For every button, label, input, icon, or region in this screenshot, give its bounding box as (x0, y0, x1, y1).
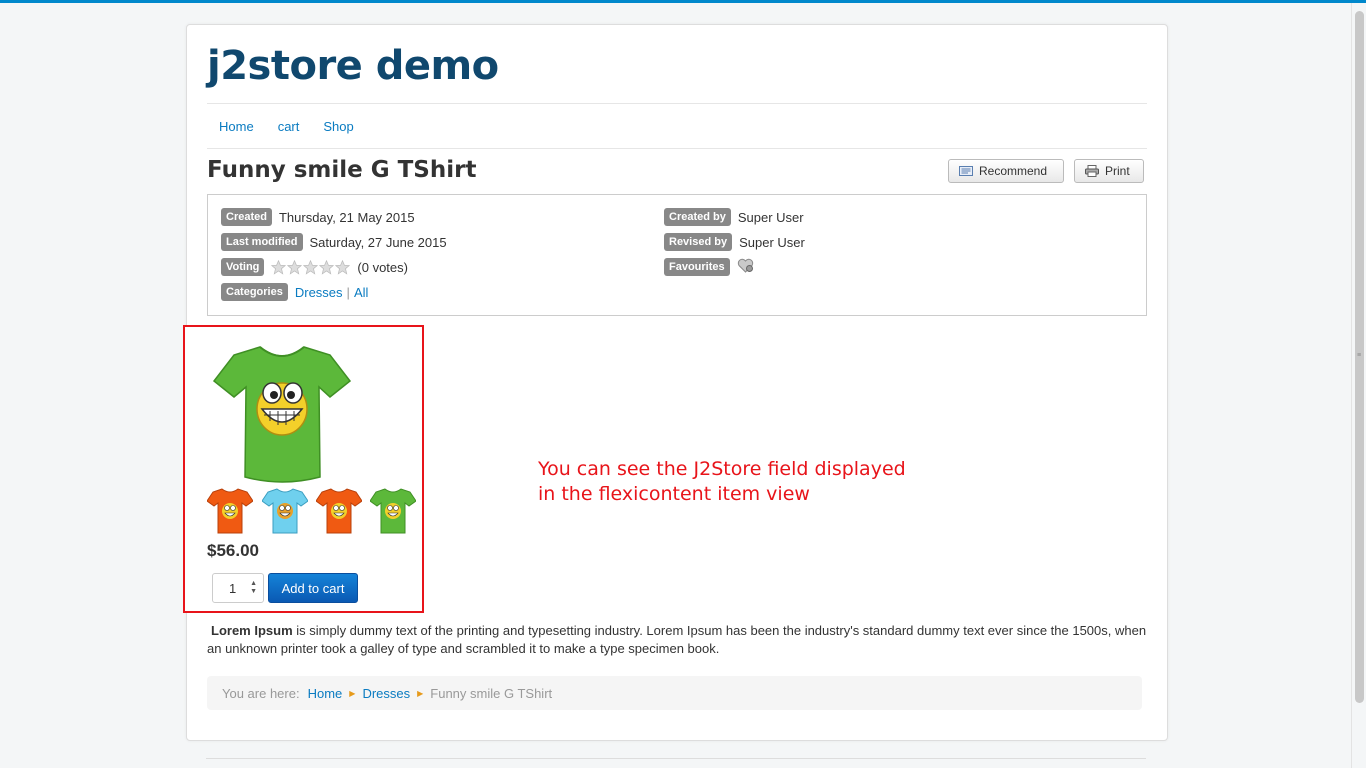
divider (207, 148, 1147, 149)
revised-by-label: Revised by (664, 233, 733, 251)
annotation-line-1: You can see the J2Store field displayed (538, 458, 906, 480)
category-separator: | (346, 284, 350, 300)
thumbnail-orange-tshirt-2[interactable] (315, 487, 363, 538)
favourites-label: Favourites (664, 258, 730, 276)
star-icon[interactable] (287, 259, 303, 275)
breadcrumb-prefix: You are here: (222, 685, 300, 701)
item-description: Lorem Ipsum is simply dummy text of the … (207, 622, 1147, 658)
spinner-arrows-icon[interactable]: ▲ ▼ (250, 580, 257, 596)
top-accent-line (0, 0, 1366, 3)
tshirt-image (212, 346, 352, 483)
categories-row: Categories Dresses | All (221, 283, 368, 301)
vertical-scrollbar[interactable]: ≡ (1351, 3, 1366, 768)
votes-count: (0 votes) (357, 259, 408, 275)
favourites-row: Favourites (664, 258, 754, 276)
print-label: Print (1105, 164, 1130, 178)
page-container: j2store demo Home cart Shop Funny smile … (183, 24, 1168, 741)
divider (207, 103, 1147, 104)
site-title[interactable]: j2store demo (207, 43, 499, 89)
email-icon (959, 166, 973, 176)
created-by-row: Created by Super User (664, 208, 804, 226)
footer-divider (206, 758, 1146, 759)
annotation-note: You can see the J2Store field displayed … (538, 457, 978, 507)
tshirt-thumbnail-image (315, 488, 363, 534)
category-link-all[interactable]: All (354, 285, 368, 300)
thumbnail-green-tshirt[interactable] (369, 487, 417, 538)
recommend-label: Recommend (979, 164, 1048, 178)
favourite-heart-icon[interactable] (737, 258, 754, 276)
item-title: Funny smile G TShirt (207, 157, 477, 183)
created-row: Created Thursday, 21 May 2015 (221, 208, 415, 226)
breadcrumb-current: Funny smile G TShirt (430, 685, 553, 701)
recommend-button[interactable]: Recommend (948, 159, 1064, 183)
scrollbar-thumb[interactable]: ≡ (1355, 11, 1364, 703)
voting-row: Voting (0 votes) (221, 258, 408, 276)
thumbnail-light-blue-tshirt[interactable] (261, 487, 309, 538)
breadcrumb: You are here: Home ▶ Dresses ▶ Funny smi… (207, 676, 1142, 710)
breadcrumb-home[interactable]: Home (308, 686, 343, 701)
modified-value: Saturday, 27 June 2015 (309, 234, 447, 250)
star-icon[interactable] (319, 259, 335, 275)
thumbnail-orange-tshirt[interactable] (206, 487, 254, 538)
menu-item-shop[interactable]: Shop (311, 117, 365, 136)
tshirt-thumbnail-image (206, 488, 254, 534)
breadcrumb-dresses[interactable]: Dresses (362, 686, 410, 701)
scrollbar-grip-icon: ≡ (1357, 352, 1362, 359)
modified-row: Last modified Saturday, 27 June 2015 (221, 233, 447, 251)
created-label: Created (221, 208, 272, 226)
item-info-box: Created Thursday, 21 May 2015 Last modif… (207, 194, 1147, 316)
star-icon[interactable] (303, 259, 319, 275)
created-by-label: Created by (664, 208, 731, 226)
star-icon[interactable] (335, 259, 351, 275)
created-by-value: Super User (737, 209, 804, 225)
add-to-cart-button[interactable]: Add to cart (268, 573, 358, 603)
print-button[interactable]: Print (1074, 159, 1144, 183)
voting-label: Voting (221, 258, 265, 276)
rating-stars[interactable] (271, 259, 351, 275)
breadcrumb-arrow-icon: ▶ (349, 688, 356, 698)
created-value: Thursday, 21 May 2015 (278, 209, 415, 225)
printer-icon (1085, 165, 1099, 177)
modified-label: Last modified (221, 233, 303, 251)
tshirt-thumbnail-image (369, 488, 417, 534)
j2store-product-box: $56.00 1 ▲ ▼ Add to cart (183, 325, 424, 613)
menu-item-home[interactable]: Home (207, 117, 266, 136)
star-icon[interactable] (271, 259, 287, 275)
quantity-value[interactable]: 1 (229, 581, 236, 596)
category-link-dresses[interactable]: Dresses (295, 285, 343, 300)
main-menu: Home cart Shop (207, 117, 366, 136)
menu-item-cart[interactable]: cart (266, 117, 312, 136)
product-price: $56.00 (207, 541, 259, 560)
product-main-image[interactable] (212, 339, 352, 487)
tshirt-thumbnail-image (261, 488, 309, 534)
revised-by-value: Super User (739, 234, 805, 250)
annotation-line-2: in the flexicontent item view (538, 483, 810, 505)
description-bold: Lorem Ipsum (211, 623, 293, 638)
categories-label: Categories (221, 283, 288, 301)
breadcrumb-arrow-icon: ▶ (417, 688, 424, 698)
quantity-stepper[interactable]: 1 ▲ ▼ (212, 573, 264, 603)
revised-by-row: Revised by Super User (664, 233, 805, 251)
description-text: is simply dummy text of the printing and… (207, 623, 1147, 656)
